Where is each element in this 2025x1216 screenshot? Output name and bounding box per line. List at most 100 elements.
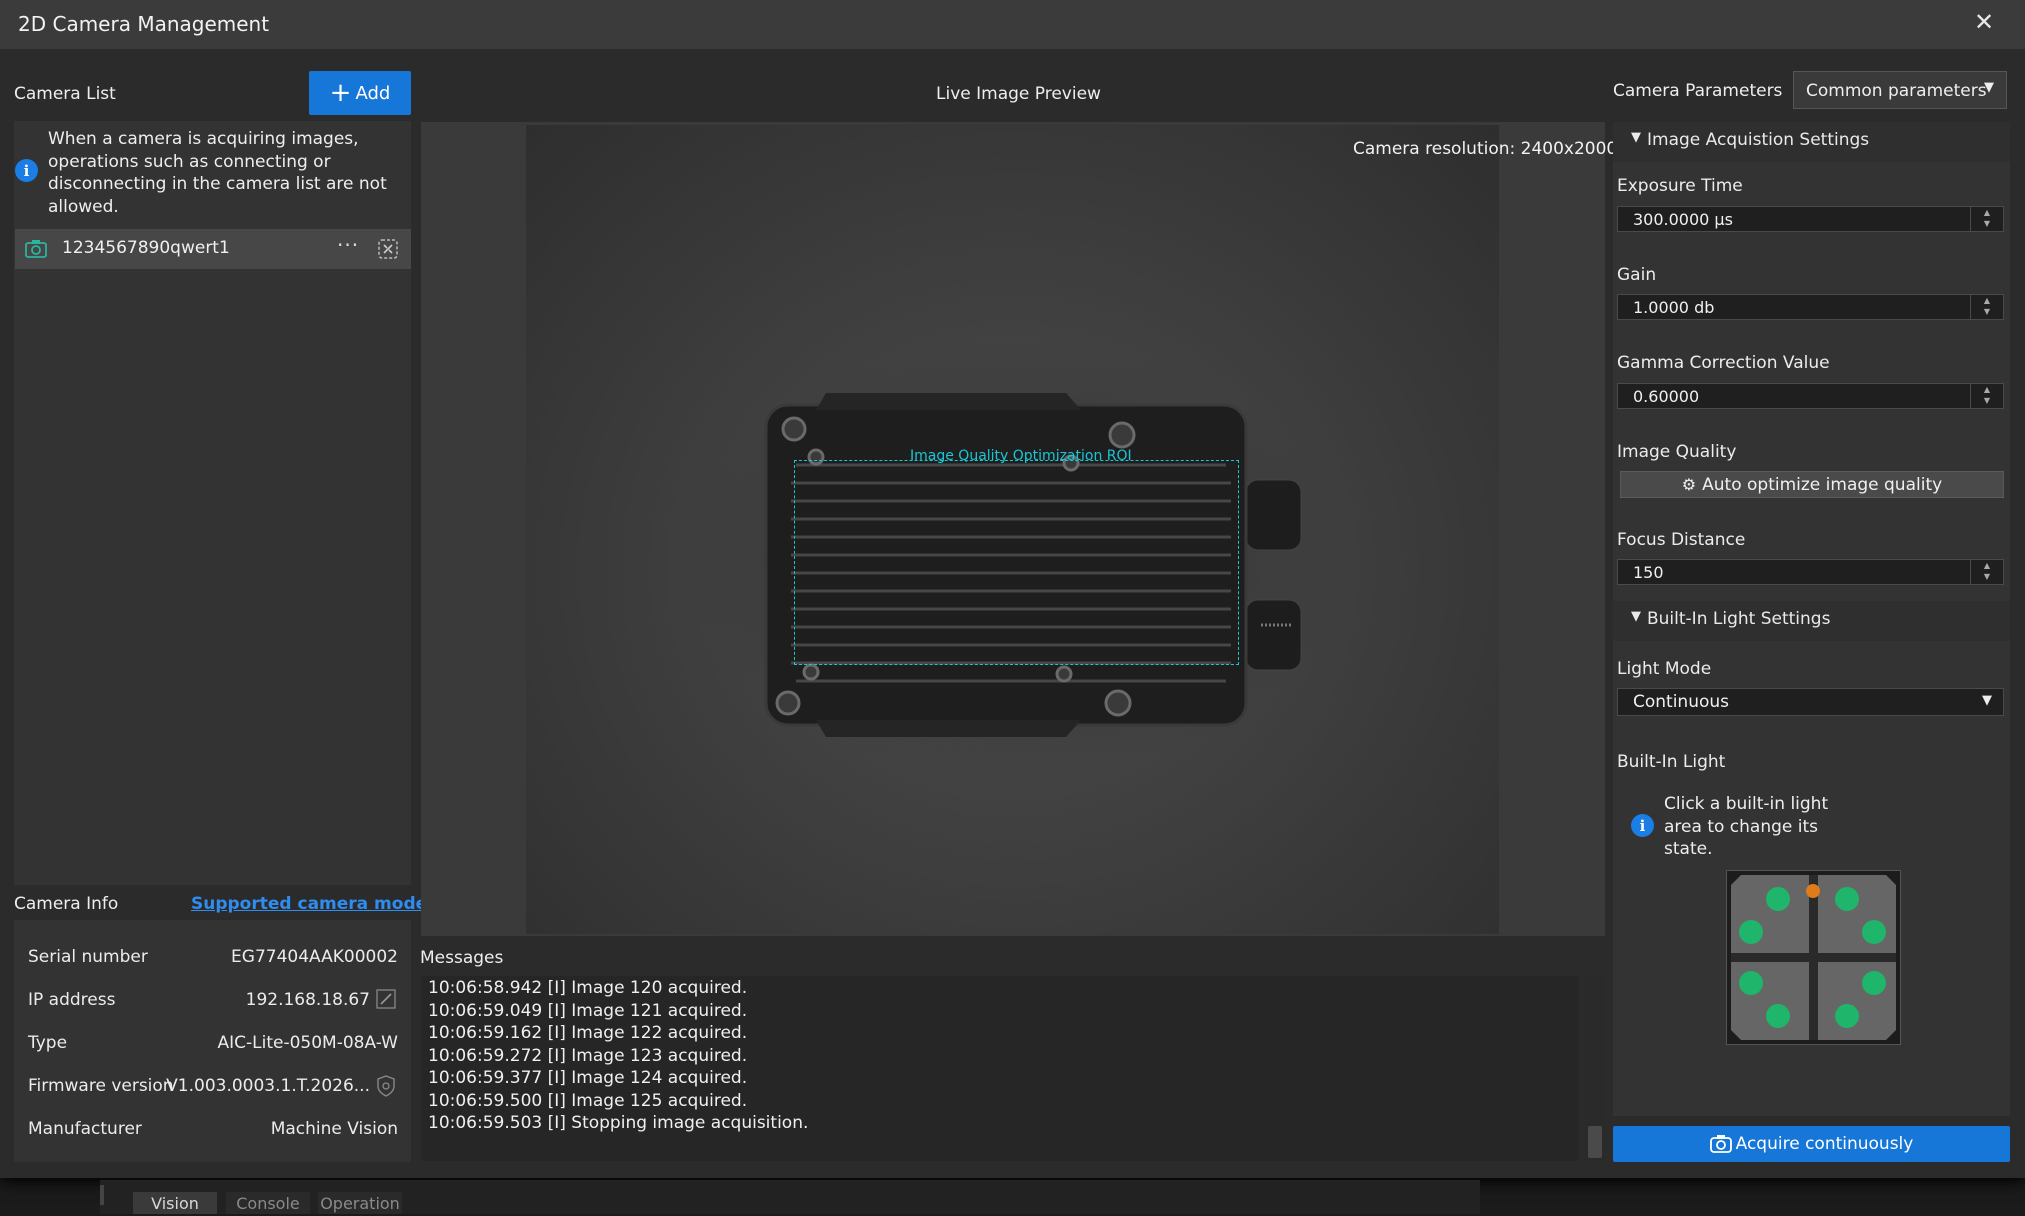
message-line: 10:06:59.377 [I] Image 124 acquired. (428, 1068, 748, 1088)
info-value: V1.003.0003.1.T.2026... (166, 1076, 370, 1096)
acquisition-notice: When a camera is acquiring images, opera… (48, 128, 408, 218)
info-row-manufacturer: Manufacturer Machine Vision (14, 1108, 410, 1151)
info-row-serial: Serial number EG77404AAK00002 (14, 936, 410, 979)
light-section-header[interactable]: ▼ Built-In Light Settings (1613, 601, 2010, 641)
gamma-value: 0.60000 (1633, 387, 1700, 406)
notice-line: disconnecting in the camera list are not (48, 174, 387, 194)
message-line: 10:06:59.049 [I] Image 121 acquired. (428, 1000, 748, 1021)
message-line: 10:06:59.272 [I] Image 123 acquired. (428, 1045, 748, 1066)
acquire-label: Acquire continuously (1735, 1134, 1914, 1154)
info-key: Serial number (28, 947, 148, 967)
camera-capture-icon (1709, 1135, 1732, 1153)
messages-label: Messages (420, 948, 504, 968)
acquire-continuously-button[interactable]: Acquire continuously (1613, 1126, 2010, 1162)
light-hint-line: Click a built-in light (1664, 794, 1829, 814)
stepper-arrows-icon[interactable]: ▲ ▼ (1970, 560, 2003, 584)
disconnect-icon[interactable] (378, 239, 398, 259)
firmware-shield-icon[interactable] (376, 1075, 396, 1097)
acquisition-section-header[interactable]: ▼ Image Acquistion Settings (1613, 122, 2010, 162)
title-bar (0, 0, 2025, 49)
message-line: 10:06:59.503 [I] Stopping image acquisit… (428, 1113, 809, 1133)
camera-management-dialog: 2D Camera Management ✕ Camera List + Add… (0, 0, 2025, 1178)
dialog-title: 2D Camera Management (18, 12, 270, 36)
image-quality-label: Image Quality (1617, 442, 1737, 462)
notice-line: When a camera is acquiring images, (48, 129, 359, 149)
collapse-icon: ▼ (1631, 130, 1641, 145)
builtin-light-label: Built-In Light (1617, 752, 1726, 772)
info-key: Manufacturer (28, 1119, 142, 1139)
stepper-arrows-icon[interactable]: ▲ ▼ (1970, 295, 2003, 319)
chevron-down-icon: ▼ (1982, 693, 1992, 708)
light-hint-line: state. (1664, 839, 1713, 859)
scrollbar-thumb[interactable] (1588, 1126, 1602, 1158)
exposure-time-input[interactable]: 300.0000 μs ▲ ▼ (1617, 206, 2004, 232)
info-row-ip: IP address 192.168.18.67 (14, 979, 410, 1022)
light-section-title: Built-In Light Settings (1647, 609, 1831, 629)
gamma-label: Gamma Correction Value (1617, 353, 1830, 373)
messages-scrollbar[interactable] (1585, 976, 1605, 1161)
message-line: 10:06:59.162 [I] Image 122 acquired. (428, 1023, 748, 1043)
info-value: 192.168.18.67 (245, 990, 370, 1010)
messages-log: 10:06:58.942 [I] Image 120 acquired. 10:… (421, 976, 1579, 1161)
notice-line: operations such as connecting or (48, 151, 331, 172)
stepper-arrows-icon[interactable]: ▲ ▼ (1970, 207, 2003, 231)
more-options-icon[interactable]: ··· (337, 233, 359, 257)
chevron-down-icon: ▼ (1984, 80, 1994, 95)
light-area-bottom-left[interactable] (1728, 959, 1806, 1037)
info-row-type: Type AIC-Lite-050M-08A-W (14, 1022, 410, 1065)
camera-icon (25, 240, 47, 258)
add-camera-button[interactable]: + Add (309, 71, 411, 115)
light-hint: Click a built-in light area to change it… (1664, 793, 1828, 861)
light-mode-select[interactable]: Continuous ▼ (1617, 688, 2004, 716)
message-list: 10:06:58.942 [I] Image 120 acquired. 10:… (428, 977, 808, 1135)
info-key: Firmware version (28, 1076, 174, 1096)
notice-line: allowed. (48, 196, 119, 217)
close-icon[interactable]: ✕ (1974, 10, 1994, 34)
info-row-firmware: Firmware version V1.003.0003.1.T.2026... (14, 1065, 410, 1108)
camera-parameters-label: Camera Parameters (1613, 81, 1783, 101)
info-icon: i (1631, 814, 1654, 837)
info-icon: i (15, 159, 38, 182)
auto-optimize-label: Auto optimize image quality (1702, 474, 1943, 495)
gain-label: Gain (1617, 265, 1657, 285)
plus-icon: + (329, 78, 352, 108)
message-line: 10:06:58.942 [I] Image 120 acquired. (428, 978, 748, 998)
tab-console[interactable]: Console (226, 1192, 310, 1214)
exposure-value: 300.0000 μs (1633, 210, 1733, 229)
camera-list-label: Camera List (14, 84, 116, 104)
auto-optimize-button[interactable]: ⚙ Auto optimize image quality (1620, 471, 2004, 498)
message-line: 10:06:59.500 [I] Image 125 acquired. (428, 1090, 748, 1111)
gain-input[interactable]: 1.0000 db ▲ ▼ (1617, 294, 2004, 320)
light-mode-value: Continuous (1633, 692, 1730, 712)
light-area-top-right[interactable] (1815, 872, 1893, 950)
tab-vision[interactable]: Vision (133, 1192, 217, 1214)
supported-models-link[interactable]: Supported camera models (191, 894, 443, 914)
light-hint-line: area to change its (1664, 816, 1818, 837)
collapse-icon: ▼ (1631, 609, 1641, 624)
preview-label: Live Image Preview (936, 84, 1101, 104)
edit-ip-icon[interactable] (376, 989, 396, 1009)
stepper-arrows-icon[interactable]: ▲ ▼ (1970, 384, 2003, 408)
camera-resolution: Camera resolution: 2400x2000 (1353, 139, 1618, 159)
acquisition-section-title: Image Acquistion Settings (1647, 130, 1870, 150)
roi-label: Image Quality Optimization ROI (910, 448, 1132, 464)
light-area-bottom-right[interactable] (1815, 959, 1893, 1037)
info-value: Machine Vision (270, 1119, 398, 1139)
tab-operation[interactable]: Operation (318, 1192, 402, 1214)
focus-distance-label: Focus Distance (1617, 530, 1746, 550)
parameter-preset-select[interactable]: Common parameters ▼ (1793, 71, 2007, 109)
info-key: IP address (28, 990, 116, 1010)
info-key: Type (28, 1033, 68, 1053)
focus-distance-input[interactable]: 150 ▲ ▼ (1617, 559, 2004, 585)
camera-list-item[interactable]: 1234567890qwert1 ··· (15, 229, 411, 269)
light-mode-label: Light Mode (1617, 659, 1712, 679)
info-value: EG77404AAK00002 (231, 947, 398, 967)
add-button-label: Add (355, 82, 391, 104)
camera-info-label: Camera Info (14, 894, 119, 914)
roi-rectangle[interactable] (794, 460, 1239, 665)
camera-name: 1234567890qwert1 (62, 238, 230, 258)
optimize-icon: ⚙ (1681, 475, 1697, 494)
focus-value: 150 (1633, 563, 1664, 582)
light-area-top-left[interactable] (1728, 872, 1806, 950)
gamma-input[interactable]: 0.60000 ▲ ▼ (1617, 383, 2004, 409)
